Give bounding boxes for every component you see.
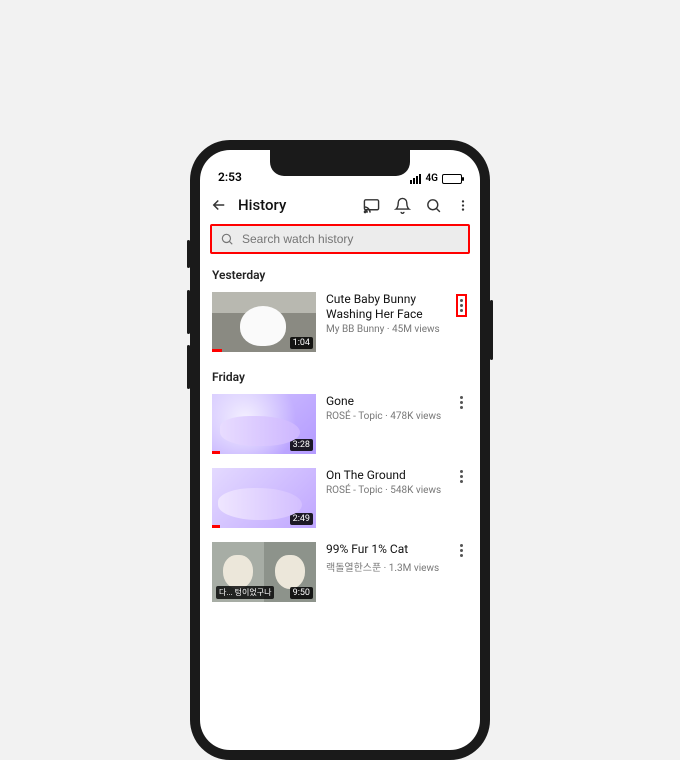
battery-icon: [442, 174, 462, 184]
overflow-icon[interactable]: [456, 197, 470, 214]
video-thumbnail[interactable]: 2:49: [212, 468, 316, 528]
video-thumbnail[interactable]: 3:28: [212, 394, 316, 454]
video-more-icon[interactable]: [460, 470, 463, 483]
search-field-icon: [220, 232, 234, 246]
power-button: [490, 300, 493, 360]
duration-badge: 1:04: [290, 337, 313, 349]
video-subtitle: ROSÉ - Topic · 478K views: [326, 411, 442, 422]
app-bar: History: [200, 186, 480, 224]
mute-switch: [187, 240, 190, 268]
status-right: 4G: [410, 173, 462, 184]
cast-icon[interactable]: [363, 197, 380, 214]
status-time: 2:53: [218, 170, 242, 184]
search-input[interactable]: [242, 232, 460, 246]
video-row[interactable]: 3:28 Gone ROSÉ - Topic · 478K views: [200, 390, 480, 464]
video-subtitle: My BB Bunny · 45M views: [326, 324, 442, 335]
section-label-friday: Friday: [200, 362, 480, 390]
notch: [270, 150, 410, 176]
thumbnail-caption: 다... 텅이었구나: [216, 586, 274, 599]
page-title: History: [238, 196, 286, 214]
video-subtitle: 랙돌열한스푼 · 1.3M views: [326, 559, 442, 574]
video-more-icon[interactable]: [460, 396, 463, 409]
video-row[interactable]: 다... 텅이었구나 9:50 99% Fur 1% Cat 랙돌열한스푼 · …: [200, 538, 480, 612]
video-more-icon[interactable]: [460, 544, 463, 557]
video-title[interactable]: Gone: [326, 394, 442, 409]
duration-badge: 2:49: [290, 513, 313, 525]
video-title[interactable]: Cute Baby Bunny Washing Her Face: [326, 292, 442, 322]
search-container: [200, 224, 480, 260]
duration-badge: 3:28: [290, 439, 313, 451]
watch-progress: [212, 451, 220, 454]
video-thumbnail[interactable]: 다... 텅이었구나 9:50: [212, 542, 316, 602]
video-row[interactable]: 2:49 On The Ground ROSÉ - Topic · 548K v…: [200, 464, 480, 538]
watch-progress: [212, 349, 222, 352]
video-meta: Cute Baby Bunny Washing Her Face My BB B…: [326, 292, 442, 352]
video-meta: On The Ground ROSÉ - Topic · 548K views: [326, 468, 442, 528]
phone-frame: 2:53 4G History: [190, 140, 490, 760]
video-subtitle: ROSÉ - Topic · 548K views: [326, 485, 442, 496]
video-title[interactable]: 99% Fur 1% Cat: [326, 542, 442, 557]
network-label: 4G: [425, 173, 438, 184]
search-watch-history[interactable]: [210, 224, 470, 254]
video-thumbnail[interactable]: 1:04: [212, 292, 316, 352]
screen: 2:53 4G History: [200, 150, 480, 750]
section-label-yesterday: Yesterday: [200, 260, 480, 288]
signal-icon: [410, 174, 421, 184]
video-title[interactable]: On The Ground: [326, 468, 442, 483]
volume-down-button: [187, 345, 190, 389]
video-row[interactable]: 1:04 Cute Baby Bunny Washing Her Face My…: [200, 288, 480, 362]
search-icon[interactable]: [425, 197, 442, 214]
video-more-icon[interactable]: [456, 294, 467, 317]
duration-badge: 9:50: [290, 587, 313, 599]
watch-progress: [212, 525, 220, 528]
bell-icon[interactable]: [394, 197, 411, 214]
volume-up-button: [187, 290, 190, 334]
video-meta: Gone ROSÉ - Topic · 478K views: [326, 394, 442, 454]
video-meta: 99% Fur 1% Cat 랙돌열한스푼 · 1.3M views: [326, 542, 442, 602]
back-icon[interactable]: [210, 196, 228, 214]
